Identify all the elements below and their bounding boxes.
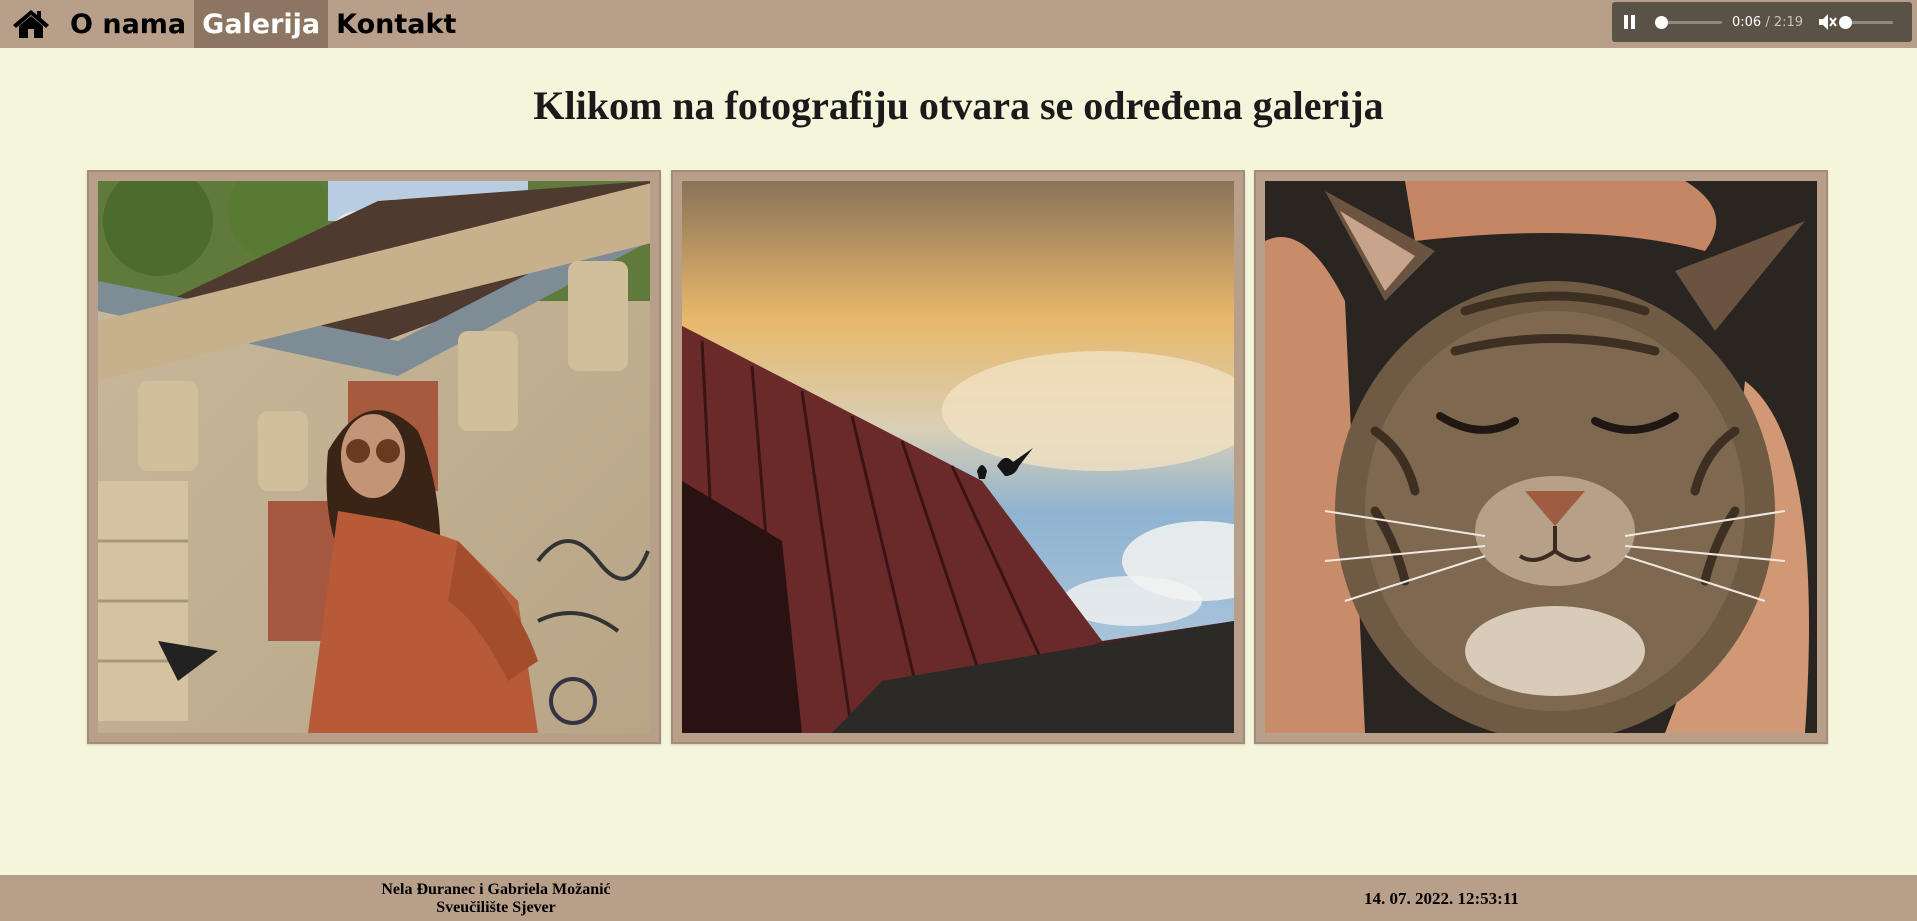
volume-slider[interactable] [1839,15,1894,29]
gallery-card-kitten[interactable] [1254,170,1828,744]
audio-player: 0:06 / 2:19 [1612,2,1912,42]
volume-knob[interactable] [1839,15,1853,29]
gallery-card-portrait[interactable] [87,170,661,744]
nav-link-galerija[interactable]: Galerija [194,0,329,48]
footer-institution: Sveučilište Sjever [436,899,556,916]
speaker-muted-icon[interactable] [1817,13,1837,31]
audio-progress-slider[interactable] [1654,15,1722,29]
nav-link-kontakt[interactable]: Kontakt [328,0,464,48]
footer: Nela Đuranec i Gabriela Možanić Sveučili… [0,875,1917,921]
gallery-card-sky[interactable] [671,170,1245,744]
home-icon [13,10,49,38]
audio-time: 0:06 / 2:19 [1732,15,1803,30]
page-title: Klikom na fotografiju otvara se određena… [533,83,1384,128]
nav-link-o-nama[interactable]: O nama [62,0,194,48]
audio-time-separator: / [1765,14,1770,30]
home-link[interactable] [0,0,62,48]
footer-author-names: Nela Đuranec i Gabriela Možanić [381,881,611,898]
audio-current-time: 0:06 [1732,14,1762,30]
gallery-photo-portrait[interactable] [98,181,650,733]
audio-progress-knob[interactable] [1654,15,1668,29]
footer-datetime: 14. 07. 2022. 12:53:11 [1364,889,1519,908]
footer-authors: Nela Đuranec i Gabriela Možanić Sveučili… [366,881,626,917]
gallery-photo-kitten[interactable] [1265,181,1817,733]
gallery-photo-sky[interactable] [682,181,1234,733]
pause-icon[interactable] [1624,15,1640,29]
audio-duration: 2:19 [1773,14,1804,30]
